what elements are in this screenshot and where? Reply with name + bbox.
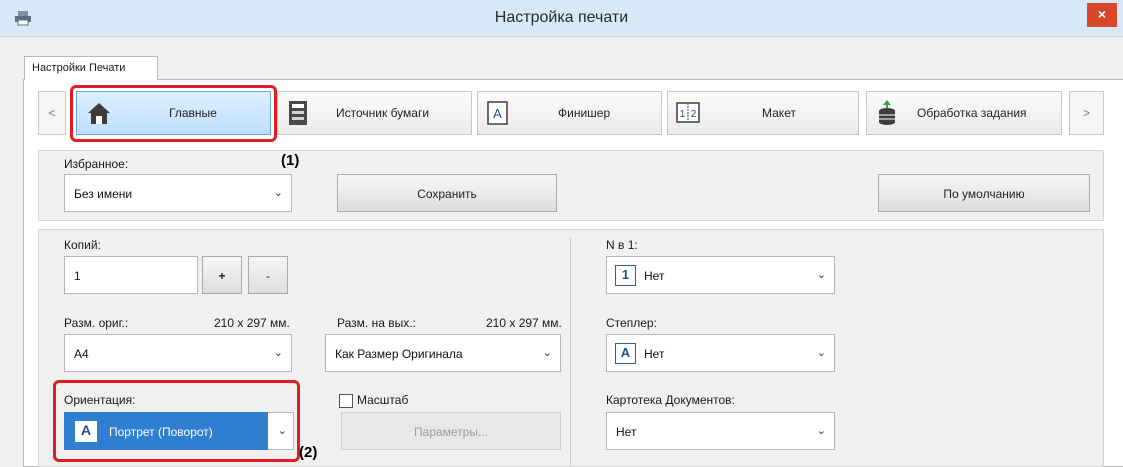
output-size-label: Разм. на вых.: — [337, 316, 416, 330]
chevron-down-icon: ⌄ — [816, 347, 826, 359]
job-handling-icon — [879, 100, 895, 125]
original-size-select[interactable]: A4 ⌄ — [64, 334, 292, 372]
svg-text:1: 1 — [680, 109, 686, 120]
document-filing-label: Картотека Документов: — [606, 393, 735, 407]
layout-icon: 1 2 — [676, 102, 700, 123]
title-bar: Настройка печати × — [0, 0, 1123, 37]
paper-source-icon — [289, 101, 307, 125]
nav-tab-label: Финишер — [558, 106, 611, 120]
nav-tab-label: Макет — [762, 106, 796, 120]
n-up-label: N в 1: — [606, 238, 638, 252]
output-size-select[interactable]: Как Размер Оригинала ⌄ — [325, 334, 561, 372]
nav-prev-button[interactable]: < — [38, 91, 66, 135]
chevron-down-icon: ⌄ — [273, 347, 283, 359]
copies-label: Копий: — [64, 238, 101, 252]
n-up-select[interactable]: 1 Нет ⌄ — [606, 256, 835, 294]
callout-box-1 — [70, 85, 277, 142]
copies-value: 1 — [74, 269, 81, 283]
window-title: Настройка печати — [494, 9, 629, 26]
save-button[interactable]: Сохранить — [337, 174, 557, 212]
original-size-dims: 210 x 297 мм. — [214, 316, 290, 330]
favorites-label: Избранное: — [64, 157, 129, 171]
default-button[interactable]: По умолчанию — [878, 174, 1090, 212]
chevron-down-icon: ⌄ — [273, 187, 283, 199]
nav-tab-paper-source[interactable]: Источник бумаги — [277, 91, 472, 135]
parameters-button[interactable]: Параметры... — [341, 412, 561, 450]
minus-label: - — [266, 269, 270, 283]
original-size-value: A4 — [74, 347, 89, 361]
copies-increment-button[interactable]: + — [202, 256, 242, 294]
original-size-label: Разм. ориг.: — [64, 316, 129, 330]
document-filing-value: Нет — [616, 425, 637, 439]
nav-next-button[interactable]: > — [1069, 91, 1104, 135]
svg-text:A: A — [493, 106, 502, 121]
callout-box-2 — [53, 380, 300, 462]
n-up-icon: 1 — [615, 265, 636, 286]
divider — [570, 238, 571, 467]
favorites-value: Без имени — [74, 187, 133, 201]
scale-label: Масштаб — [357, 393, 409, 407]
tab-print-settings[interactable]: Настройки Печати — [24, 56, 158, 80]
parameters-button-label: Параметры... — [414, 425, 488, 439]
stapler-label: Степлер: — [606, 316, 657, 330]
favorites-select[interactable]: Без имени ⌄ — [64, 174, 292, 212]
default-button-label: По умолчанию — [943, 187, 1025, 201]
output-size-value: Как Размер Оригинала — [335, 347, 463, 361]
chevron-down-icon: ⌄ — [816, 269, 826, 281]
nav-tab-label: Источник бумаги — [336, 106, 430, 120]
save-button-label: Сохранить — [417, 187, 477, 201]
n-up-value: Нет — [644, 269, 665, 283]
nav-tab-finisher[interactable]: A Финишер — [477, 91, 662, 135]
finisher-icon: A — [487, 101, 508, 125]
staple-icon: A — [615, 343, 636, 364]
copies-input[interactable]: 1 — [64, 256, 198, 294]
chevron-down-icon: ⌄ — [542, 347, 552, 359]
output-size-dims: 210 x 297 мм. — [486, 316, 562, 330]
nav-tab-label: Обработка задания — [917, 106, 1027, 120]
nav-tab-layout[interactable]: 1 2 Макет — [667, 91, 859, 135]
copies-decrement-button[interactable]: - — [248, 256, 288, 294]
stapler-value: Нет — [644, 347, 665, 361]
scale-checkbox[interactable] — [339, 394, 353, 408]
plus-label: + — [218, 269, 226, 283]
stapler-select[interactable]: A Нет ⌄ — [606, 334, 835, 372]
svg-text:2: 2 — [691, 109, 697, 120]
callout-label-2: (2) — [299, 444, 318, 461]
close-button[interactable]: × — [1087, 3, 1117, 27]
chevron-down-icon: ⌄ — [816, 425, 826, 437]
document-filing-select[interactable]: Нет ⌄ — [606, 412, 835, 450]
nav-tab-job-handling[interactable]: Обработка задания — [866, 91, 1062, 135]
callout-label-1: (1) — [281, 152, 300, 169]
